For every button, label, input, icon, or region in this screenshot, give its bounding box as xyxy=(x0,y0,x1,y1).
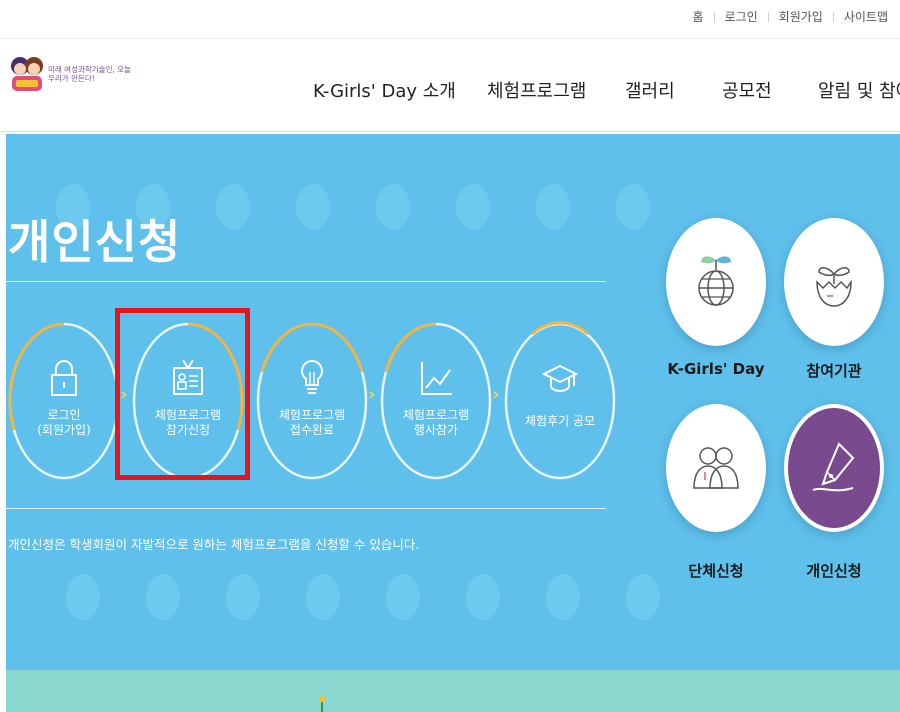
step-login[interactable]: 로그인 (회원가입) xyxy=(6,320,122,482)
logo-kids-icon xyxy=(11,57,43,91)
nav-item-notice[interactable]: 알림 및 참여 xyxy=(818,77,900,103)
menu-kgirls-day[interactable] xyxy=(666,218,766,346)
decor-dot xyxy=(616,184,650,230)
bottom-band xyxy=(6,670,900,712)
decor-dot xyxy=(306,574,340,620)
page-title: 개인신청 xyxy=(8,215,182,269)
nav-item-intro[interactable]: K-Girls' Day 소개 xyxy=(313,77,456,103)
divider xyxy=(832,11,834,22)
group-people-icon xyxy=(693,447,739,489)
menu-label: 단체신청 xyxy=(688,562,744,580)
step-label: 로그인 (회원가입) xyxy=(37,408,91,437)
menu-label: 개인신청 xyxy=(806,562,862,580)
step-ring xyxy=(380,322,492,480)
step-review-contest[interactable]: 체험후기 공모 xyxy=(502,320,618,482)
globe-sprout-icon xyxy=(698,256,734,306)
utility-nav: 홈 로그인 회원가입 사이트맵 xyxy=(692,8,888,25)
decor-dot xyxy=(456,184,490,230)
lock-icon xyxy=(51,360,77,396)
page-description: 개인신청은 학생회원이 자발적으로 원하는 체험프로그램을 신청할 수 있습니다… xyxy=(8,537,420,552)
step-attend[interactable]: 체험프로그램 행사참가 xyxy=(378,320,494,482)
nav-item-gallery[interactable]: 갤러리 xyxy=(625,77,675,103)
eggshell-sprout-icon xyxy=(816,267,852,307)
step-label: 체험프로그램 행사참가 xyxy=(402,408,470,437)
logo-slogan-line: 미래 여성과학기술인, 오늘 xyxy=(48,65,132,74)
divider xyxy=(6,508,606,509)
menu-label: 참여기관 xyxy=(806,362,862,380)
divider xyxy=(713,11,715,22)
decor-dot xyxy=(536,184,570,230)
step-ring xyxy=(8,322,120,480)
nav-item-programs[interactable]: 체험프로그램 xyxy=(487,77,586,103)
lightbulb-icon xyxy=(301,359,323,394)
chart-line-icon xyxy=(421,362,452,395)
chevron-right-icon: › xyxy=(492,384,500,405)
site-header: 미래 여성과학기술인, 오늘 우리가 만든다! K-Girls' Day 소개 … xyxy=(0,38,900,132)
decor-dot xyxy=(546,574,580,620)
graduation-cap-icon xyxy=(542,364,578,392)
step-label: 체험후기 공모 xyxy=(524,414,596,428)
menu-label: K-Girls' Day xyxy=(667,360,765,378)
decor-dot xyxy=(296,184,330,230)
sitemap-link[interactable]: 사이트맵 xyxy=(844,8,888,25)
decor-dot xyxy=(626,574,660,620)
decor-dot xyxy=(66,574,100,620)
decor-dot xyxy=(146,574,180,620)
selection-highlight xyxy=(115,308,250,480)
sprout-icon xyxy=(319,695,325,712)
step-received[interactable]: 체험프로그램 접수완료 xyxy=(254,320,370,482)
decor-dot xyxy=(226,574,260,620)
step-ring xyxy=(504,321,616,480)
menu-individual-apply[interactable] xyxy=(784,404,884,532)
menu-participating-orgs[interactable] xyxy=(784,218,884,346)
chevron-right-icon: › xyxy=(368,384,376,405)
signup-link[interactable]: 회원가입 xyxy=(779,8,823,25)
divider xyxy=(6,281,606,282)
decor-dot xyxy=(376,184,410,230)
step-ring xyxy=(256,322,368,480)
decor-dot xyxy=(466,574,500,620)
decor-dot xyxy=(216,184,250,230)
menu-group-apply[interactable] xyxy=(666,404,766,532)
logo-slogan-line: 우리가 만든다! xyxy=(48,74,95,83)
home-link[interactable]: 홈 xyxy=(692,8,703,25)
login-link[interactable]: 로그인 xyxy=(725,8,758,25)
logo-slogan: 미래 여성과학기술인, 오늘 우리가 만든다! xyxy=(48,65,131,83)
pen-nib-icon xyxy=(812,442,855,492)
nav-item-contest[interactable]: 공모전 xyxy=(722,77,772,103)
divider xyxy=(767,11,769,22)
site-logo[interactable]: 미래 여성과학기술인, 오늘 우리가 만든다! xyxy=(8,51,131,95)
decor-dot xyxy=(386,574,420,620)
step-label: 체험프로그램 접수완료 xyxy=(278,408,346,437)
